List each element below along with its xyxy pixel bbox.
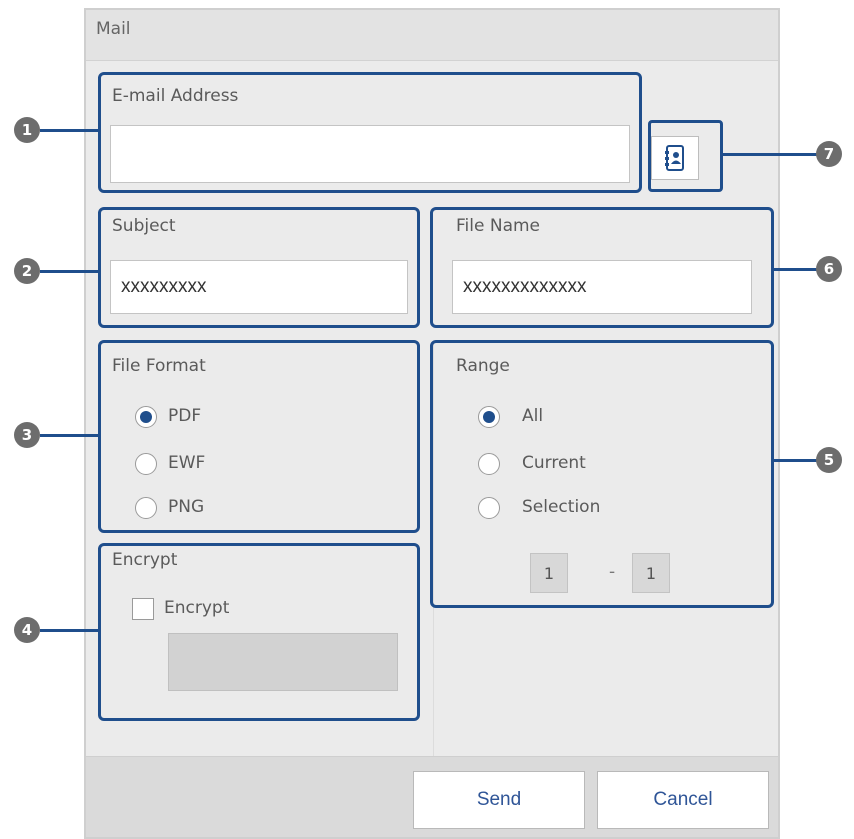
leader-line-3	[40, 434, 98, 437]
callout-box-file-format	[98, 340, 420, 533]
callout-box-address-book	[648, 120, 723, 192]
callout-marker-2: 2	[14, 258, 40, 284]
callout-marker-3: 3	[14, 422, 40, 448]
dialog-title: Mail	[86, 10, 778, 61]
leader-line-7	[723, 153, 820, 156]
callout-marker-6: 6	[816, 256, 842, 282]
callout-box-email	[98, 72, 642, 193]
leader-line-4	[40, 629, 98, 632]
leader-line-6	[774, 268, 820, 271]
leader-line-2	[40, 270, 98, 273]
send-button[interactable]: Send	[413, 771, 585, 829]
callout-marker-1: 1	[14, 117, 40, 143]
cancel-button[interactable]: Cancel	[597, 771, 769, 829]
callout-box-subject	[98, 207, 420, 328]
leader-line-5	[774, 459, 820, 462]
leader-line-1	[40, 129, 98, 132]
callout-marker-5: 5	[816, 447, 842, 473]
callout-box-file-name	[430, 207, 774, 328]
callout-marker-4: 4	[14, 617, 40, 643]
callout-box-range	[430, 340, 774, 608]
callout-marker-7: 7	[816, 141, 842, 167]
callout-box-encrypt	[98, 543, 420, 721]
